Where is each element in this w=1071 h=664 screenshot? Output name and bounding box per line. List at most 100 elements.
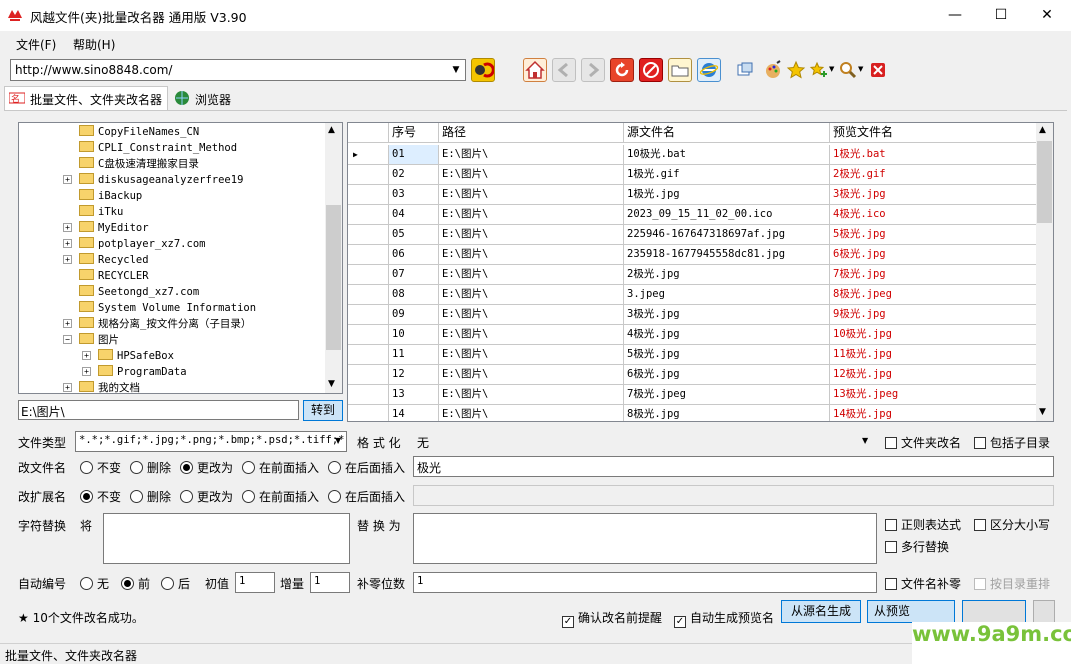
menu-file[interactable]: 文件(F) [16,36,56,53]
menu-help[interactable]: 帮助(H) [73,36,115,53]
refresh-button[interactable] [610,58,634,82]
auto-preview-checkbox[interactable]: ✓ 自动生成预览名 [674,609,774,628]
table-cell[interactable]: 10极光.jpg [830,325,1037,345]
search-icon[interactable] [838,60,858,80]
table-cell[interactable]: 5极光.jpg [830,225,1037,245]
table-cell[interactable]: 4极光.ico [830,205,1037,225]
table-cell[interactable]: 2极光.jpg [624,265,830,285]
pad-input[interactable]: 1 [413,572,877,593]
dir-sort-checkbox[interactable]: 按目录重排 [974,575,1050,592]
radio-button[interactable] [180,490,193,503]
table-cell[interactable]: 225946-167647318697af.jpg [624,225,830,245]
table-cell[interactable]: 11极光.jpg [830,345,1037,365]
replace-from-input[interactable] [103,513,350,564]
radio-button[interactable] [80,461,93,474]
table-cell[interactable]: 09 [389,305,439,325]
tree-scrollbar[interactable]: ▲ ▼ [325,123,342,393]
table-cell[interactable]: 13 [389,385,439,405]
collapse-icon[interactable]: − [63,335,72,344]
add-favorite-icon[interactable] [809,60,829,80]
table-cell[interactable]: 02 [389,165,439,185]
row-indicator[interactable] [348,405,389,421]
palette-icon[interactable] [763,60,783,80]
table-cell[interactable]: 2023_09_15_11_02_00.ico [624,205,830,225]
radio-option[interactable]: 不变 [80,488,121,505]
chevron-up-icon[interactable]: ▲ [1039,125,1046,135]
close-icon[interactable] [868,60,888,80]
tree-item[interactable]: C盘极速清理搬家目录 [63,156,199,172]
table-cell[interactable]: E:\图片\ [439,345,624,365]
table-cell[interactable]: E:\图片\ [439,405,624,421]
back-button[interactable] [552,58,576,82]
go-button[interactable] [471,58,495,82]
forward-button[interactable] [581,58,605,82]
tree-item[interactable]: + ProgramData [82,364,187,380]
rename-value-input[interactable]: 极光 [413,456,1054,477]
table-cell[interactable]: E:\图片\ [439,385,624,405]
tree-item[interactable]: Seetongd_xz7.com [63,284,199,300]
table-cell[interactable]: 3极光.jpg [624,305,830,325]
name-pad-checkbox[interactable]: 文件名补零 [885,575,961,592]
chevron-down-icon[interactable]: ▼ [328,379,335,389]
radio-button[interactable] [121,577,134,590]
table-cell[interactable]: 8极光.jpeg [830,285,1037,305]
expand-icon[interactable]: + [63,175,72,184]
radio-button[interactable] [328,461,341,474]
ext-value-input[interactable] [413,485,1054,506]
radio-button[interactable] [328,490,341,503]
table-cell[interactable]: 11 [389,345,439,365]
expand-icon[interactable]: + [82,367,91,376]
include-subdir-checkbox[interactable]: 包括子目录 [974,434,1050,451]
tree-item[interactable]: + 我的文档 [63,380,140,393]
tree-item[interactable]: + HPSafeBox [82,348,174,364]
table-cell[interactable]: 07 [389,265,439,285]
tree-item[interactable]: System Volume Information [63,300,256,316]
current-row-arrow-icon[interactable]: ▶ [348,145,389,165]
expand-icon[interactable]: + [63,239,72,248]
goto-button[interactable]: 转到 [303,400,343,421]
table-cell[interactable]: E:\图片\ [439,225,624,245]
folder-tree[interactable]: CopyFileNames_CN CPLI_Constraint_Method C盘… [18,122,343,394]
extra-button[interactable] [1033,600,1055,623]
table-cell[interactable]: 10极光.bat [624,145,830,165]
checkbox-box[interactable] [974,578,986,590]
home-button[interactable] [523,58,547,82]
tree-item[interactable]: + 规格分离_按文件分离（子目录） [63,316,251,332]
confirm-checkbox[interactable]: ✓ 确认改名前提醒 [562,609,662,628]
checkbox-box[interactable]: ✓ [562,616,574,628]
table-cell[interactable]: 5极光.jpg [624,345,830,365]
expand-icon[interactable]: + [63,319,72,328]
row-indicator[interactable] [348,385,389,405]
checkbox-box[interactable]: ✓ [674,616,686,628]
table-cell[interactable]: 3极光.jpg [830,185,1037,205]
maximize-button[interactable]: ☐ [978,0,1024,31]
tree-item[interactable]: + diskusageanalyzerfree19 [63,172,243,188]
close-button[interactable]: ✕ [1024,0,1070,31]
window-icon[interactable] [735,60,755,80]
table-cell[interactable]: 4极光.jpg [624,325,830,345]
tree-item[interactable]: CPLI_Constraint_Method [63,140,237,156]
table-cell[interactable]: 1极光.gif [624,165,830,185]
row-indicator[interactable] [348,165,389,185]
radio-button[interactable] [80,577,93,590]
table-cell[interactable]: E:\图片\ [439,145,624,165]
radio-option[interactable]: 不变 [80,459,121,476]
url-combobox[interactable]: http://www.sino8848.com/ ▼ [10,59,466,81]
radio-button[interactable] [130,461,143,474]
browser-button[interactable] [697,58,721,82]
row-indicator[interactable] [348,265,389,285]
row-indicator[interactable] [348,245,389,265]
chevron-down-icon[interactable]: ▼ [335,436,341,445]
tree-item[interactable]: iBackup [63,188,142,204]
table-cell[interactable]: 6极光.jpg [624,365,830,385]
minimize-button[interactable]: — [932,0,978,31]
tree-item[interactable]: + Recycled [63,252,149,268]
table-cell[interactable]: 9极光.jpg [830,305,1037,325]
radio-option[interactable]: 在后面插入 [328,459,405,476]
table-cell[interactable]: 10 [389,325,439,345]
tree-item[interactable]: − 图片 [63,332,119,348]
table-cell[interactable]: 8极光.jpg [624,405,830,421]
table-cell[interactable]: 12极光.jpg [830,365,1037,385]
checkbox-box[interactable] [974,437,986,449]
table-cell[interactable]: E:\图片\ [439,365,624,385]
